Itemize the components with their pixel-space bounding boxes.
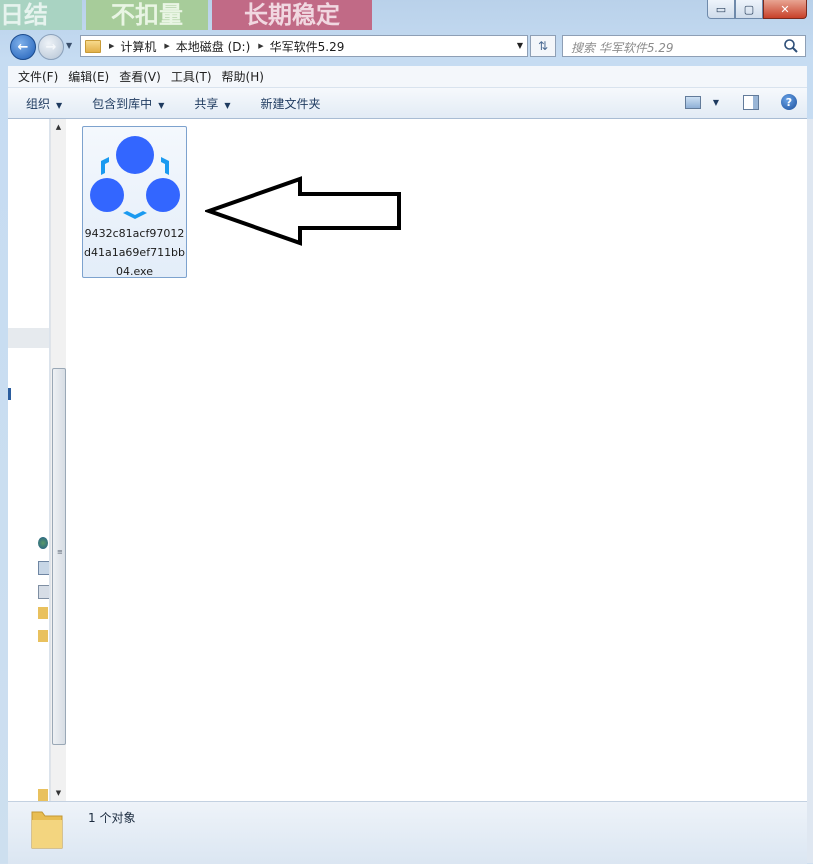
- scrollbar-thumb[interactable]: ≡: [52, 368, 66, 745]
- folder-icon: [85, 39, 101, 53]
- dropdown-arrow-icon: ▼: [158, 100, 165, 110]
- breadcrumb-separator-icon[interactable]: ▶: [258, 42, 263, 50]
- view-dropdown-icon[interactable]: ▼: [713, 98, 719, 107]
- window-right-edge: [807, 119, 813, 863]
- breadcrumb-computer[interactable]: 计算机: [120, 38, 156, 55]
- scrollbar-grip-icon: ≡: [57, 548, 63, 556]
- breadcrumb-separator-icon[interactable]: ▶: [164, 42, 169, 50]
- banner-segment: 长期稳定: [212, 0, 372, 30]
- menu-help[interactable]: 帮助(H): [222, 68, 264, 85]
- caption-buttons: ▭ ▢ ✕: [707, 0, 807, 22]
- navigation-pane-divider: [8, 328, 49, 348]
- menu-file[interactable]: 文件(F): [18, 68, 58, 85]
- maximize-button[interactable]: ▢: [735, 0, 763, 19]
- drive-icon[interactable]: [38, 585, 49, 599]
- file-list-pane[interactable]: 9432c81acf97012d41a1a69ef711bb04.exe: [66, 119, 807, 801]
- explorer-window: 日结 不扣量 长期稳定 ▭ ▢ ✕ ← → ▼ ▶ 计算机 ▶ 本地磁盘 (D:…: [0, 0, 813, 864]
- dropdown-arrow-icon: ▼: [56, 100, 63, 110]
- background-banner: 日结 不扣量 长期稳定: [0, 0, 380, 30]
- search-icon[interactable]: [783, 38, 799, 54]
- address-history-dropdown-icon[interactable]: ▼: [517, 41, 523, 50]
- search-placeholder: 搜索 华军软件5.29: [571, 41, 674, 55]
- command-bar: 组织 ▼ 包含到库中 ▼ 共享 ▼ 新建文件夹 ▼ ?: [8, 88, 807, 119]
- scroll-down-icon[interactable]: ▼: [51, 785, 66, 801]
- breadcrumb-current-folder[interactable]: 华军软件5.29: [270, 38, 345, 55]
- file-name: 9432c81acf97012d41a1a69ef711bb04.exe: [83, 227, 186, 278]
- forward-button[interactable]: →: [38, 34, 64, 60]
- computer-icon[interactable]: [38, 561, 49, 575]
- banner-segment: 日结: [0, 0, 82, 30]
- recent-pages-dropdown[interactable]: ▼: [66, 41, 76, 51]
- share-button[interactable]: 共享 ▼: [194, 95, 230, 112]
- item-count: 1 个对象: [88, 811, 136, 825]
- scroll-up-icon[interactable]: ▲: [51, 119, 66, 135]
- details-pane: 1 个对象: [8, 801, 807, 864]
- preview-pane-icon[interactable]: [743, 94, 759, 110]
- refresh-icon: ⇅: [537, 39, 549, 53]
- menu-view[interactable]: 查看(V): [119, 68, 161, 85]
- organize-label: 组织: [26, 96, 51, 111]
- new-folder-label: 新建文件夹: [260, 96, 321, 111]
- breadcrumb-separator-icon[interactable]: ▶: [109, 42, 114, 50]
- change-view-icon[interactable]: [684, 95, 701, 109]
- menu-tools[interactable]: 工具(T): [171, 68, 212, 85]
- navigation-pane-scrollbar[interactable]: ▲ ≡ ▼: [50, 119, 66, 801]
- refresh-button[interactable]: ⇅: [530, 35, 556, 57]
- network-icon[interactable]: [38, 537, 48, 549]
- close-button[interactable]: ✕: [763, 0, 807, 19]
- back-arrow-icon: ←: [17, 39, 29, 55]
- folder-icon[interactable]: [38, 607, 48, 619]
- minimize-button[interactable]: ▭: [707, 0, 735, 19]
- banner-segment: 不扣量: [86, 0, 208, 30]
- include-in-library-button[interactable]: 包含到库中 ▼: [92, 95, 164, 112]
- navigation-pane-marker: [8, 388, 11, 400]
- search-box[interactable]: 搜索 华军软件5.29: [562, 35, 806, 57]
- menu-bar: 文件(F) 编辑(E) 查看(V) 工具(T) 帮助(H): [8, 66, 807, 88]
- address-bar[interactable]: ▶ 计算机 ▶ 本地磁盘 (D:) ▶ 华军软件5.29 ▼: [80, 35, 528, 57]
- pointer-arrow-icon: [205, 176, 401, 246]
- folder-icon[interactable]: [38, 630, 48, 642]
- help-icon[interactable]: ?: [781, 94, 797, 110]
- back-button[interactable]: ←: [10, 34, 36, 60]
- forward-arrow-icon: →: [45, 39, 57, 55]
- new-folder-button[interactable]: 新建文件夹: [261, 95, 321, 112]
- navigation-bar: ← → ▼ ▶ 计算机 ▶ 本地磁盘 (D:) ▶ 华军软件5.29 ▼ ⇅ 搜…: [8, 32, 806, 60]
- include-in-library-label: 包含到库中: [92, 96, 153, 111]
- file-item[interactable]: 9432c81acf97012d41a1a69ef711bb04.exe: [82, 126, 187, 278]
- breadcrumb-drive-d[interactable]: 本地磁盘 (D:): [176, 38, 250, 55]
- dropdown-arrow-icon: ▼: [224, 100, 231, 110]
- folder-icon: [31, 811, 63, 849]
- navigation-pane: [8, 119, 50, 801]
- share-label: 共享: [194, 96, 219, 111]
- app-logo-icon: [90, 136, 180, 219]
- menu-edit[interactable]: 编辑(E): [68, 68, 109, 85]
- view-controls: ▼ ?: [684, 94, 797, 110]
- organize-button[interactable]: 组织 ▼: [26, 95, 62, 112]
- folder-icon[interactable]: [38, 789, 48, 801]
